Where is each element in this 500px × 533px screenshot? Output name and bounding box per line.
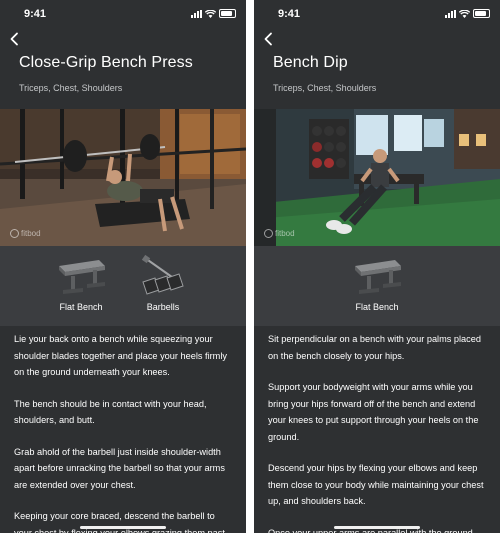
fitbod-watermark: fitbod — [264, 229, 295, 238]
instruction-paragraph: Lie your back onto a bench while squeezi… — [14, 334, 227, 377]
equipment-label: Flat Bench — [59, 302, 103, 312]
exercise-title: Close-Grip Bench Press — [19, 54, 193, 71]
instruction-paragraph: Sit perpendicular on a bench with your p… — [268, 334, 481, 361]
bench-dip-video-frame — [254, 109, 500, 246]
instruction-paragraph: Descend your hips by flexing your elbows… — [268, 463, 484, 506]
flat-bench-icon — [355, 260, 401, 294]
muscle-groups: Triceps, Chest, Shoulders — [19, 83, 123, 93]
exercise-screen-bench-dip: 9:41 Bench Dip Triceps, Chest, Shoulders — [254, 0, 500, 533]
exercise-video[interactable]: fitbod — [0, 109, 246, 246]
bench-press-video-frame — [0, 109, 246, 246]
home-indicator[interactable] — [334, 526, 420, 529]
muscle-groups: Triceps, Chest, Shoulders — [273, 83, 377, 93]
barbells-icon — [141, 254, 184, 295]
equipment-flat-bench[interactable]: Flat Bench — [46, 252, 116, 312]
exercise-instructions: Lie your back onto a bench while squeezi… — [14, 331, 234, 533]
status-bar: 9:41 — [0, 6, 246, 22]
instruction-paragraph: Grab ahold of the barbell just inside sh… — [14, 446, 225, 490]
equipment-section: Flat Bench Barbells — [0, 246, 246, 326]
equipment-label: Flat Bench — [355, 302, 399, 312]
status-time: 9:41 — [278, 8, 301, 20]
back-chevron-icon[interactable] — [8, 32, 22, 46]
status-bar: 9:41 — [254, 6, 500, 22]
status-time: 9:41 — [24, 8, 47, 20]
equipment-label: Barbells — [146, 302, 180, 312]
wifi-icon — [205, 9, 216, 18]
fitbod-logo-icon — [264, 229, 273, 238]
cellular-signal-icon — [445, 9, 456, 18]
cellular-signal-icon — [191, 9, 202, 18]
exercise-screen-close-grip-bench-press: 9:41 Close-Grip Bench Press Triceps, Che… — [0, 0, 246, 533]
battery-icon — [219, 9, 236, 18]
fitbod-watermark: fitbod — [10, 229, 41, 238]
flat-bench-icon — [59, 260, 105, 294]
exercise-video[interactable]: fitbod — [254, 109, 500, 246]
instruction-paragraph: The bench should be in contact with your… — [14, 398, 207, 426]
battery-icon — [473, 9, 490, 18]
home-indicator[interactable] — [80, 526, 166, 529]
equipment-section: Flat Bench — [254, 246, 500, 326]
equipment-barbells[interactable]: Barbells — [128, 252, 198, 312]
wifi-icon — [459, 9, 470, 18]
equipment-flat-bench[interactable]: Flat Bench — [342, 252, 412, 312]
back-chevron-icon[interactable] — [262, 32, 276, 46]
exercise-instructions: Sit perpendicular on a bench with your p… — [268, 331, 488, 533]
instruction-paragraph: Support your bodyweight with your arms w… — [268, 382, 479, 442]
exercise-title: Bench Dip — [273, 54, 348, 71]
instruction-paragraph: Keeping your core braced, descend the ba… — [14, 511, 225, 533]
fitbod-logo-icon — [10, 229, 19, 238]
